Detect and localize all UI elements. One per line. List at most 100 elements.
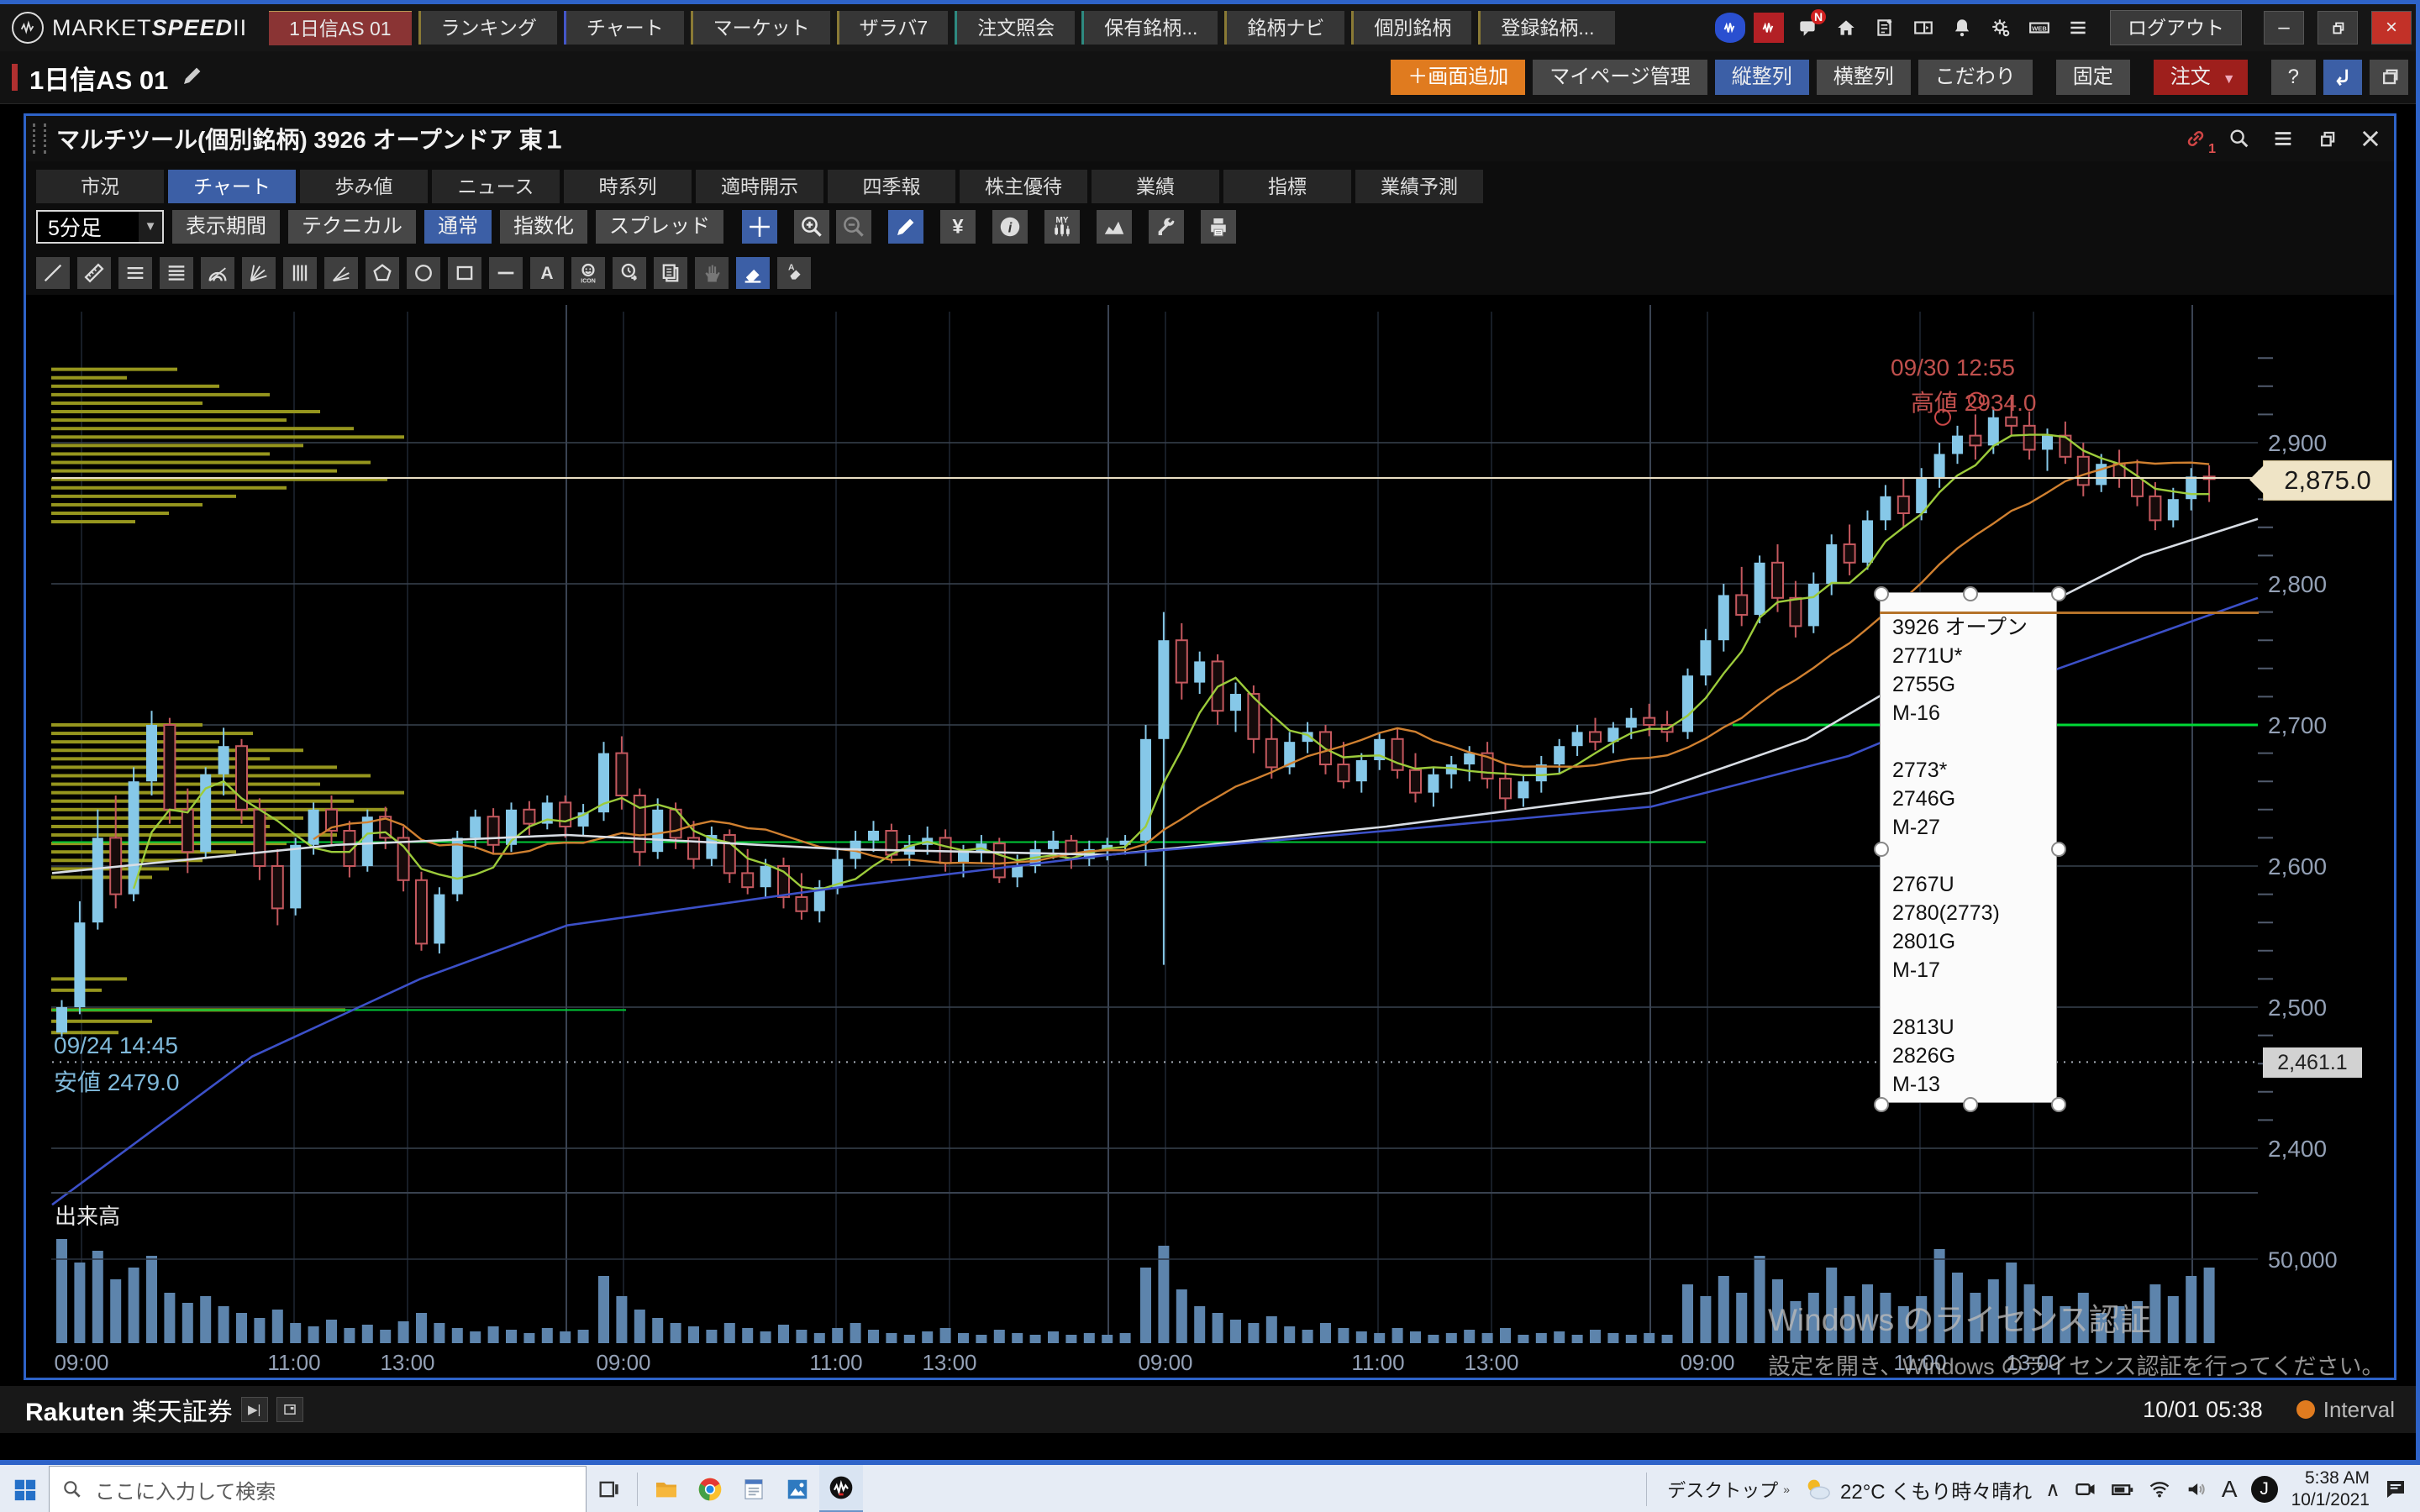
chart-area[interactable]: 2,9002,8002,7002,6002,5002,40050,000出来高0… — [26, 295, 2394, 1378]
battery-icon[interactable] — [2111, 1478, 2134, 1501]
gear-button[interactable] — [1986, 13, 2016, 43]
desktop-toolbar[interactable]: デスクトップ » — [1667, 1476, 1790, 1503]
quick-button-7[interactable]: 注文▼ — [2154, 60, 2248, 95]
quick-button-4[interactable]: 横整列 — [1817, 60, 1911, 95]
selection-handle[interactable] — [1874, 1097, 1889, 1112]
pulse-red-button[interactable] — [1754, 13, 1784, 43]
chrome-icon[interactable] — [688, 1465, 732, 1512]
start-button[interactable] — [0, 1465, 49, 1512]
menu-button[interactable] — [2063, 13, 2093, 43]
top-tab-6[interactable]: 保有銘柄... — [1081, 11, 1218, 45]
toolbar-button-スプレッド[interactable]: スプレッド — [596, 210, 723, 244]
top-tab-7[interactable]: 銘柄ナビ — [1224, 11, 1344, 45]
menu-button[interactable] — [2268, 123, 2298, 154]
fan2-tool-button[interactable] — [324, 257, 358, 289]
wrench-button[interactable] — [1149, 210, 1184, 244]
edit-pencil-icon[interactable] — [180, 63, 205, 92]
icon-stamp-tool-button[interactable]: ICON — [571, 257, 605, 289]
quick-button-8[interactable]: ? — [2271, 60, 2316, 95]
toolbar-button-通常[interactable]: 通常 — [424, 210, 492, 244]
toolbar-button-指数化[interactable]: 指数化 — [500, 210, 587, 244]
restore-button[interactable] — [2317, 11, 2358, 45]
ruler-tool-button[interactable] — [77, 257, 111, 289]
search-input[interactable]: ここに入力して検索 — [49, 1466, 587, 1512]
top-tab-3[interactable]: マーケット — [691, 11, 830, 45]
selection-handle[interactable] — [2051, 586, 2066, 601]
toolbar-button-テクニカル[interactable]: テクニカル — [288, 210, 416, 244]
hlines4-tool-button[interactable] — [160, 257, 193, 289]
drag-grip[interactable] — [33, 123, 46, 154]
tab-時系列[interactable]: 時系列 — [564, 170, 692, 203]
action-center-icon[interactable] — [2383, 1477, 2408, 1502]
chat-button[interactable]: N — [1792, 13, 1823, 43]
selection-handle[interactable] — [2051, 1097, 2066, 1112]
timeframe-select[interactable]: 5分足 ▼ — [36, 210, 164, 244]
wifi-icon[interactable] — [2148, 1478, 2171, 1501]
rect-tool-button[interactable] — [448, 257, 481, 289]
quick-button-6[interactable]: 固定 — [2056, 60, 2130, 95]
panel-button[interactable] — [276, 1397, 303, 1422]
top-tab-8[interactable]: 個別銘柄 — [1351, 11, 1471, 45]
taskbar-clock[interactable]: 5:38 AM 10/1/2021 — [2291, 1467, 2370, 1511]
marketspeed-app-icon[interactable] — [819, 1465, 863, 1512]
meet-now-icon[interactable] — [2074, 1478, 2097, 1501]
quick-button-2[interactable]: マイページ管理 — [1533, 60, 1707, 95]
bell-button[interactable] — [1947, 13, 1977, 43]
logout-button[interactable]: ログアウト — [2110, 10, 2242, 45]
tab-業績予測[interactable]: 業績予測 — [1355, 170, 1483, 203]
home-button[interactable] — [1831, 13, 1861, 43]
close-button[interactable] — [2355, 123, 2386, 154]
doc-add-button[interactable] — [1870, 13, 1900, 43]
copy-tool-button[interactable] — [654, 257, 687, 289]
eraser-tool-button[interactable] — [736, 257, 770, 289]
ime-lang-icon[interactable]: J — [2251, 1476, 2278, 1503]
text-tool-button[interactable]: A — [530, 257, 564, 289]
selection-handle[interactable] — [1963, 586, 1978, 601]
pentagon-tool-button[interactable] — [366, 257, 399, 289]
clock-tool-button[interactable] — [613, 257, 646, 289]
selection-handle[interactable] — [1963, 1097, 1978, 1112]
notepad-icon[interactable] — [732, 1465, 776, 1512]
pulse-blue-button[interactable] — [1715, 13, 1745, 43]
tab-チャート[interactable]: チャート — [168, 170, 296, 203]
quick-button-3[interactable]: 縦整列 — [1715, 60, 1809, 95]
tab-市況[interactable]: 市況 — [36, 170, 164, 203]
workspace-tab[interactable]: 1日信AS 01 — [269, 11, 411, 45]
hline-tool-button[interactable] — [489, 257, 523, 289]
panel-button[interactable] — [1908, 13, 1939, 43]
vlines-tool-button[interactable] — [283, 257, 317, 289]
tab-業績[interactable]: 業績 — [1092, 170, 1219, 203]
window-copy-button[interactable] — [2370, 60, 2408, 95]
speaker-icon[interactable] — [2185, 1478, 2208, 1501]
hlines3-tool-button[interactable] — [118, 257, 152, 289]
hand-tool-button[interactable] — [695, 257, 729, 289]
tab-ニュース[interactable]: ニュース — [432, 170, 560, 203]
printer-button[interactable] — [1201, 210, 1236, 244]
fan-tool-button[interactable] — [242, 257, 276, 289]
tab-指標[interactable]: 指標 — [1223, 170, 1351, 203]
quick-button-1[interactable]: ＋画面追加 — [1391, 60, 1525, 95]
zoom-in-button[interactable] — [794, 210, 829, 244]
close-button[interactable]: × — [2371, 11, 2412, 45]
trend-line-tool-button[interactable] — [36, 257, 70, 289]
link-button[interactable]: 1 — [2181, 123, 2211, 154]
toolbar-button-表示期間[interactable]: 表示期間 — [172, 210, 280, 244]
top-tab-1[interactable]: ランキング — [418, 11, 557, 45]
arcs-tool-button[interactable] — [201, 257, 234, 289]
file-explorer-icon[interactable] — [644, 1465, 688, 1512]
zoom-out-button[interactable] — [836, 210, 871, 244]
circle-tool-button[interactable] — [407, 257, 440, 289]
tab-四季報[interactable]: 四季報 — [828, 170, 955, 203]
pencil-button[interactable] — [888, 210, 923, 244]
web-button[interactable]: WEB — [2024, 13, 2054, 43]
tray-expand-chevron[interactable]: ∧ — [2045, 1478, 2060, 1502]
my-candles-button[interactable]: MY — [1044, 210, 1080, 244]
tab-歩み値[interactable]: 歩み値 — [300, 170, 428, 203]
crosshair-button[interactable] — [742, 210, 777, 244]
selection-handle[interactable] — [2051, 842, 2066, 857]
selection-handle[interactable] — [1874, 842, 1889, 857]
ime-mode-indicator[interactable]: A — [2222, 1476, 2238, 1503]
restore-button[interactable] — [2312, 123, 2342, 154]
tab-株主優待[interactable]: 株主優待 — [960, 170, 1087, 203]
info-button[interactable]: i — [992, 210, 1028, 244]
